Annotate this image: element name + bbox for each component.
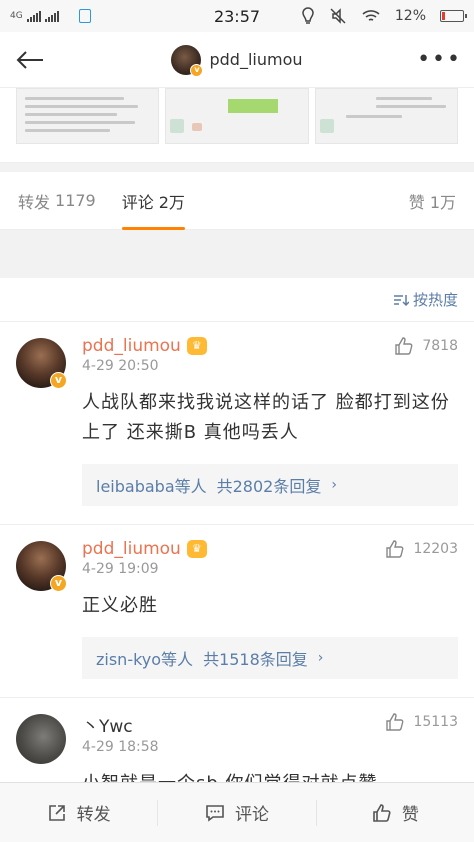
back-button[interactable] [12,42,48,78]
vip-crown-icon: ♛ [186,337,207,355]
bottom-action-bar: 转发 评论 赞 [0,782,474,842]
comment-time: 4-29 18:58 [82,739,159,755]
commenter-name[interactable]: pdd_liumou ♛ [82,336,207,356]
avatar[interactable] [16,714,66,764]
post-image[interactable] [165,88,309,144]
divider [0,162,474,172]
sort-bar: 按热度 [0,278,474,322]
avatar[interactable]: v [16,541,67,592]
tab-comments[interactable]: 评论 2万 [121,172,186,230]
thumbs-up-icon [373,803,391,822]
vip-crown-icon: ♛ [186,540,207,558]
verified-badge-icon: v [50,575,67,592]
comment-text: 正义必胜 [82,595,158,616]
page-title[interactable]: pdd_liumou [209,50,302,69]
mute-icon [330,8,346,24]
comment-like-button[interactable]: 15113 [385,712,458,732]
comment-time: 4-29 19:09 [82,561,159,577]
post-image[interactable] [314,88,458,144]
comment-item: v pdd_liumou ♛ 4-29 19:09 12203 正义必胜 zisn… [0,525,474,698]
repost-icon [48,804,65,821]
comment-button[interactable]: 评论 [157,799,315,826]
commenter-name[interactable]: 丶Ywc [82,712,159,737]
tab-repost[interactable]: 转发 1179 [18,172,96,230]
sort-by-hot-button[interactable]: 按热度 [393,289,458,310]
battery-icon [440,10,467,22]
wifi-icon [362,10,380,21]
thumbs-up-icon [386,540,404,558]
thumbs-up-icon [395,337,413,355]
comment-like-button[interactable]: 12203 [385,539,458,559]
back-arrow-icon [16,50,43,69]
signal-icon [26,10,41,22]
post-image[interactable] [16,88,160,144]
header-avatar[interactable]: v [171,44,204,77]
location-icon [302,7,314,24]
signal-indicators: 4G [10,9,91,23]
top-nav-bar: v pdd_liumou ••• [0,32,474,88]
view-replies-link[interactable]: leibababa等人 共2802条回复 › [82,464,458,506]
comment-item: v pdd_liumou ♛ 4-29 20:50 7818 人战队都来找我说这样… [0,322,474,525]
comment-like-button[interactable]: 7818 [394,336,458,356]
signal-icon-2 [44,10,59,22]
verified-badge-icon: v [190,63,204,77]
chevron-right-icon: › [317,650,324,666]
avatar[interactable]: v [16,338,67,389]
comment-text: 人战队都来找我说这样的话了 脸都打到这份上了 还来撕B 真他吗丢人 [82,392,450,443]
commenter-name[interactable]: pdd_liumou ♛ [82,539,207,559]
battery-percent: 12% [394,8,426,24]
post-image-strip [0,88,474,144]
post-tabs: 转发 1179 评论 2万 赞 1万 [0,172,474,230]
more-options-icon[interactable]: ••• [417,47,462,72]
like-button[interactable]: 赞 [315,799,474,826]
repost-button[interactable]: 转发 [0,783,157,842]
usb-icon [78,9,91,23]
view-replies-link[interactable]: zisn-kyo等人 共1518条回复 › [82,637,458,679]
comment-time: 4-29 20:50 [82,358,159,374]
comment-icon [206,804,224,822]
status-bar: 4G 23:57 12% [0,0,474,32]
tab-likes[interactable]: 赞 1万 [409,172,456,230]
verified-badge-icon: v [50,372,67,389]
network-type: 4G [10,10,23,21]
sort-icon [393,294,409,306]
chevron-right-icon: › [331,477,337,493]
thumbs-up-icon [386,713,404,731]
